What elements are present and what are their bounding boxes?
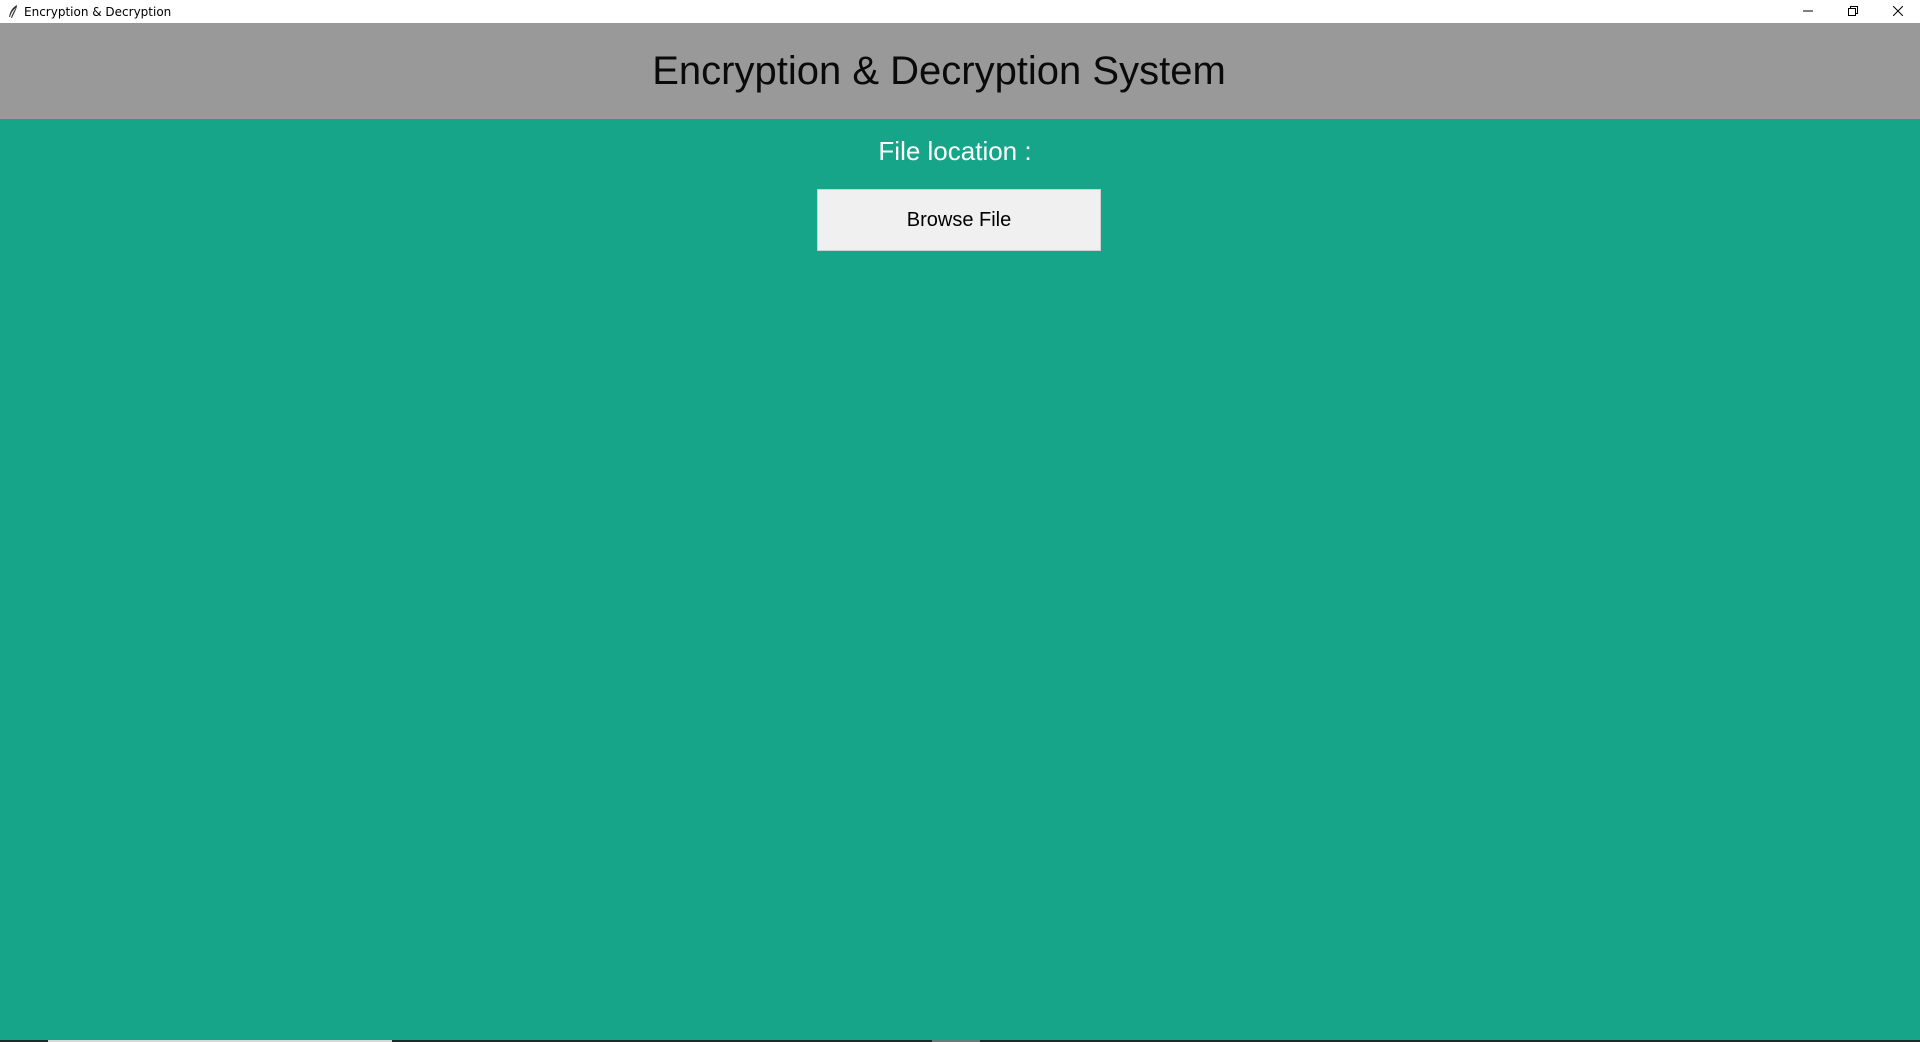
title-bar[interactable]: Encryption & Decryption [0, 0, 1920, 23]
app-window: Encryption & Decryption Encryption & Dec… [0, 0, 1920, 1042]
header-banner: Encryption & Decryption System [0, 23, 1920, 119]
minimize-icon [1802, 3, 1813, 21]
window-title: Encryption & Decryption [24, 4, 172, 19]
file-location-label: File location : [878, 136, 1032, 166]
minimize-button[interactable] [1785, 0, 1830, 23]
close-button[interactable] [1875, 0, 1920, 23]
window-controls [1785, 0, 1920, 23]
browse-file-button[interactable]: Browse File [817, 189, 1101, 251]
feather-icon [4, 3, 22, 21]
close-icon [1892, 3, 1903, 21]
restore-icon [1847, 3, 1858, 21]
page-title: Encryption & Decryption System [652, 48, 1226, 93]
restore-button[interactable] [1830, 0, 1875, 23]
